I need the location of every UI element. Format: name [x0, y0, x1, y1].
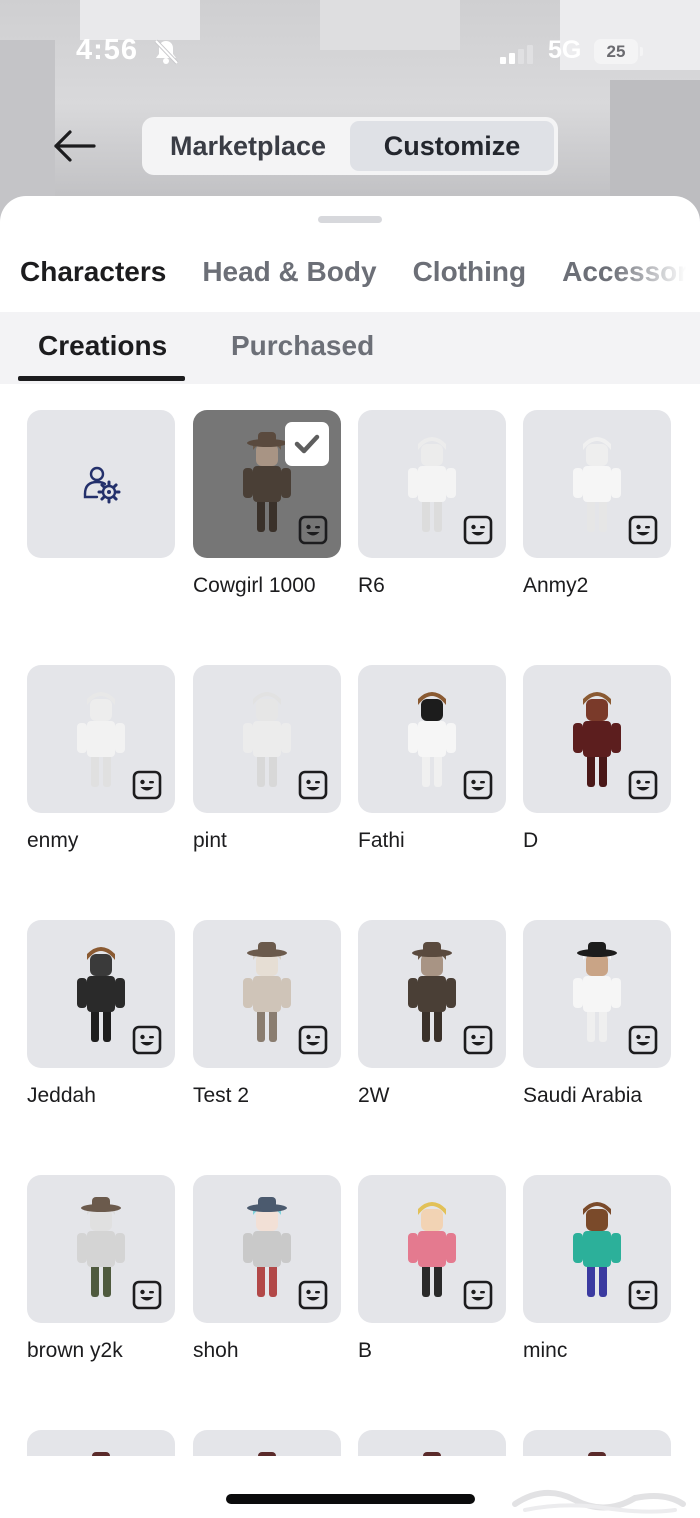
character-tile[interactable] — [27, 1430, 175, 1456]
character-tile[interactable]: Saudi Arabia — [523, 920, 671, 1107]
avatar-face-icon — [463, 770, 493, 800]
watermark-logo — [512, 1489, 686, 1514]
avatar-face-icon — [628, 1025, 658, 1055]
avatar-face-icon — [628, 770, 658, 800]
character-tile[interactable]: pint — [193, 665, 341, 852]
character-thumbnail[interactable] — [523, 410, 671, 558]
character-tile[interactable]: Cowgirl 1000 — [193, 410, 341, 597]
character-tile[interactable]: Test 2 — [193, 920, 341, 1107]
character-thumbnail[interactable] — [358, 1430, 506, 1456]
character-thumbnail[interactable] — [523, 1430, 671, 1456]
character-tile[interactable]: minc — [523, 1175, 671, 1362]
character-thumbnail[interactable] — [193, 920, 341, 1068]
characters-grid: Cowgirl 1000 R6 Anmy2 enmy pint Fathi D Jeddah T… — [0, 410, 700, 1456]
avatar-face-icon — [132, 1025, 162, 1055]
character-figure — [423, 1452, 441, 1456]
character-thumbnail[interactable] — [27, 410, 175, 558]
subtab-bar: Creations Purchased — [0, 312, 700, 384]
character-thumbnail[interactable] — [193, 410, 341, 558]
avatar-face-icon — [298, 515, 328, 545]
character-tile[interactable]: 2W — [358, 920, 506, 1107]
character-name: Test 2 — [193, 1084, 250, 1107]
character-name: D — [523, 829, 539, 852]
customize-sheet: CharactersHead & BodyClothingAccessories… — [0, 196, 700, 1518]
character-tile[interactable]: Fathi — [358, 665, 506, 852]
character-thumbnail[interactable] — [523, 1175, 671, 1323]
character-thumbnail[interactable] — [193, 1430, 341, 1456]
character-name: shoh — [193, 1339, 239, 1362]
avatar-face-icon — [298, 1025, 328, 1055]
character-tile[interactable]: Anmy2 — [523, 410, 671, 597]
character-thumbnail[interactable] — [193, 1175, 341, 1323]
character-tile[interactable]: shoh — [193, 1175, 341, 1362]
character-settings-icon — [83, 466, 121, 504]
avatar-face-icon — [132, 770, 162, 800]
sheet-grabber[interactable] — [318, 216, 382, 223]
mode-segmented-control: Marketplace Customize — [142, 117, 558, 175]
battery-indicator: 25 — [594, 39, 643, 64]
tabs-fade — [610, 252, 700, 308]
character-tile[interactable] — [193, 1430, 341, 1456]
character-figure — [258, 1452, 276, 1456]
avatar-face-icon — [628, 515, 658, 545]
character-thumbnail[interactable] — [27, 1430, 175, 1456]
avatar-face-icon — [132, 1280, 162, 1310]
character-tile[interactable]: D — [523, 665, 671, 852]
character-thumbnail[interactable] — [27, 1175, 175, 1323]
selected-check-icon — [285, 422, 329, 466]
character-name: enmy — [27, 829, 79, 852]
tab-creations[interactable]: Creations — [38, 330, 167, 362]
category-tabs: CharactersHead & BodyClothingAccessories — [20, 256, 700, 302]
character-name: Fathi — [358, 829, 405, 852]
network-type: 5G — [548, 36, 582, 64]
back-arrow-icon[interactable] — [50, 124, 100, 168]
character-tile[interactable]: brown y2k — [27, 1175, 175, 1362]
character-figure — [92, 1452, 110, 1456]
character-name: 2W — [358, 1084, 390, 1107]
marketplace-segment[interactable]: Marketplace — [146, 121, 350, 171]
character-name: pint — [193, 829, 227, 852]
character-thumbnail[interactable] — [358, 920, 506, 1068]
character-name: Jeddah — [27, 1084, 96, 1107]
tab-characters[interactable]: Characters — [20, 256, 166, 288]
customize-segment[interactable]: Customize — [350, 121, 554, 171]
subtab-active-indicator — [18, 376, 185, 381]
avatar-face-icon — [298, 770, 328, 800]
character-thumbnail[interactable] — [358, 665, 506, 813]
avatar-face-icon — [463, 515, 493, 545]
character-name: Anmy2 — [523, 574, 589, 597]
home-indicator[interactable] — [226, 1494, 475, 1504]
character-tile[interactable]: B — [358, 1175, 506, 1362]
character-name: Cowgirl 1000 — [193, 574, 316, 597]
bell-muted-icon — [154, 39, 179, 65]
create-character-tile[interactable] — [27, 410, 175, 558]
character-tile[interactable] — [523, 1430, 671, 1456]
avatar-face-icon — [463, 1025, 493, 1055]
character-thumbnail[interactable] — [27, 665, 175, 813]
status-time: 4:56 — [76, 34, 139, 66]
character-name: B — [358, 1339, 373, 1362]
character-name: R6 — [358, 574, 385, 597]
character-thumbnail[interactable] — [523, 665, 671, 813]
tab-purchased[interactable]: Purchased — [231, 330, 374, 362]
character-thumbnail[interactable] — [27, 920, 175, 1068]
character-name: Saudi Arabia — [523, 1084, 643, 1107]
character-tile[interactable]: Jeddah — [27, 920, 175, 1107]
character-thumbnail[interactable] — [523, 920, 671, 1068]
character-tile[interactable]: enmy — [27, 665, 175, 852]
character-name: brown y2k — [27, 1339, 123, 1362]
character-thumbnail[interactable] — [358, 410, 506, 558]
character-thumbnail[interactable] — [193, 665, 341, 813]
avatar-face-icon — [298, 1280, 328, 1310]
signal-icon — [500, 45, 533, 64]
character-figure — [588, 1452, 606, 1456]
character-tile[interactable]: R6 — [358, 410, 506, 597]
tab-clothing[interactable]: Clothing — [413, 256, 527, 288]
character-tile[interactable] — [358, 1430, 506, 1456]
avatar-face-icon — [463, 1280, 493, 1310]
avatar-face-icon — [628, 1280, 658, 1310]
character-name: minc — [523, 1339, 568, 1362]
tab-head-body[interactable]: Head & Body — [202, 256, 376, 288]
character-thumbnail[interactable] — [358, 1175, 506, 1323]
